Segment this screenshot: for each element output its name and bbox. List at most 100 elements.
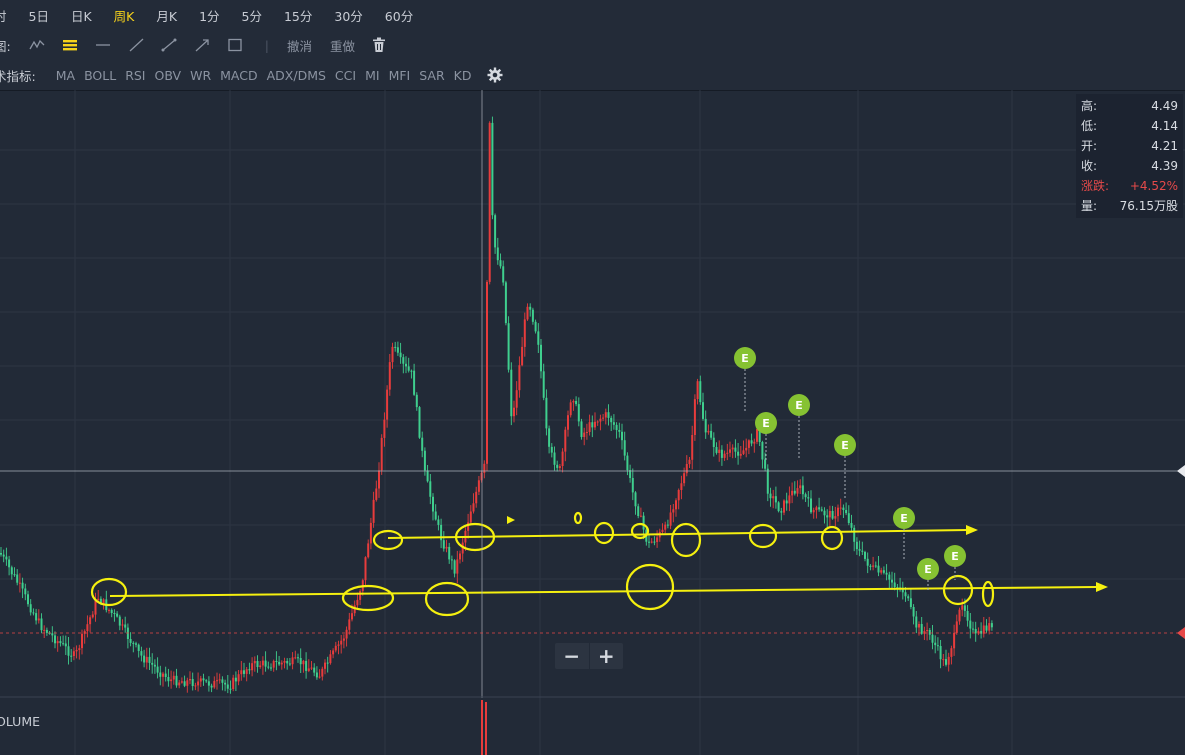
- candle-body: [907, 596, 910, 599]
- candle-body: [305, 660, 308, 671]
- candle-body: [715, 447, 718, 453]
- candle-body: [67, 646, 70, 656]
- candle-body: [918, 624, 920, 628]
- highlight-ellipse: [942, 574, 974, 606]
- candle-body: [850, 523, 853, 528]
- candle-body: [666, 524, 669, 526]
- candle-body: [720, 449, 723, 458]
- parallel-lines-icon[interactable]: [60, 35, 80, 55]
- segment-line-icon[interactable]: [159, 35, 179, 55]
- candle-body: [780, 511, 783, 513]
- candle-body: [631, 478, 634, 493]
- zoom-out-button[interactable]: −: [555, 643, 590, 669]
- candle-body: [386, 389, 389, 420]
- candle-body: [723, 453, 726, 458]
- candle-body: [548, 428, 551, 447]
- candle-body: [774, 496, 777, 503]
- zoom-controls: − +: [555, 643, 623, 669]
- zoom-in-button[interactable]: +: [590, 643, 624, 669]
- candle-body: [394, 346, 397, 348]
- period-60min[interactable]: 60分: [385, 6, 413, 25]
- indicator-kd[interactable]: KD: [454, 68, 472, 83]
- candle-body: [294, 657, 297, 659]
- redo-button[interactable]: 重做: [330, 36, 355, 55]
- candle-body: [756, 429, 758, 442]
- candle-body: [326, 662, 329, 664]
- candle-body: [423, 450, 426, 471]
- indicator-rsi[interactable]: RSI: [125, 68, 145, 83]
- candle-body: [772, 496, 775, 499]
- candle-body: [45, 629, 48, 633]
- candle-body: [672, 509, 675, 513]
- candle-body: [2, 554, 5, 557]
- indicator-mfi[interactable]: MFI: [389, 68, 411, 83]
- candle-body: [21, 582, 24, 589]
- ray-line-icon[interactable]: [126, 35, 146, 55]
- indicator-boll[interactable]: BOLL: [84, 68, 116, 83]
- candle-body: [683, 473, 686, 484]
- horizontal-line-icon[interactable]: [93, 35, 113, 55]
- crosshair-price-marker: [1177, 465, 1185, 477]
- candle-body: [504, 282, 507, 324]
- period-15min[interactable]: 15分: [284, 6, 312, 25]
- candle-body: [40, 618, 43, 631]
- rectangle-icon[interactable]: [225, 35, 245, 55]
- period-30min[interactable]: 30分: [334, 6, 362, 25]
- polyline-icon[interactable]: [27, 35, 47, 55]
- period-1min[interactable]: 1分: [199, 6, 219, 25]
- candle-body: [610, 417, 613, 423]
- candle-body: [180, 681, 183, 683]
- candle-body: [575, 401, 578, 405]
- candle-body: [189, 679, 191, 681]
- indicator-ma[interactable]: MA: [56, 68, 75, 83]
- trash-icon[interactable]: [369, 35, 389, 55]
- indicator-obv[interactable]: OBV: [155, 68, 182, 83]
- period-weekly[interactable]: 周K: [114, 6, 135, 25]
- candle-body: [637, 506, 640, 516]
- indicator-adx-dms[interactable]: ADX/DMS: [267, 68, 326, 83]
- candle-body: [75, 650, 78, 652]
- candle-body: [94, 600, 97, 615]
- candle-body: [958, 609, 961, 622]
- gear-icon[interactable]: [485, 65, 505, 85]
- candle-body: [615, 424, 618, 430]
- period-5min[interactable]: 5分: [242, 6, 262, 25]
- info-change: 涨跌: +4.52%: [1081, 179, 1178, 193]
- candle-body: [618, 430, 621, 432]
- indicator-label: 术指标:: [0, 68, 36, 84]
- candle-body: [820, 509, 823, 511]
- candle-body: [699, 381, 702, 403]
- candle-body: [569, 402, 572, 416]
- candle-body: [32, 612, 35, 614]
- candle-body: [718, 449, 721, 453]
- candle-body: [502, 266, 505, 283]
- indicator-macd[interactable]: MACD: [220, 68, 257, 83]
- candle-body: [969, 620, 972, 629]
- candle-body: [963, 605, 966, 611]
- undo-button[interactable]: 撤消: [287, 36, 312, 55]
- period-intraday[interactable]: 时: [0, 6, 7, 25]
- candle-body: [275, 661, 278, 662]
- indicator-mi[interactable]: MI: [365, 68, 379, 83]
- candle-body: [410, 370, 413, 372]
- candle-body: [261, 660, 264, 666]
- arrow-line-icon[interactable]: [192, 35, 212, 55]
- candle-body: [688, 459, 691, 465]
- period-daily[interactable]: 日K: [71, 6, 92, 25]
- candle-body: [567, 415, 569, 430]
- candle-body: [148, 656, 151, 663]
- period-monthly[interactable]: 月K: [156, 6, 177, 25]
- candle-body: [842, 507, 845, 510]
- indicator-sar[interactable]: SAR: [419, 68, 444, 83]
- candle-body: [785, 500, 788, 504]
- candle-body: [110, 609, 113, 613]
- candle-body: [24, 588, 27, 595]
- period-5d[interactable]: 5日: [29, 6, 49, 25]
- candle-body: [537, 331, 540, 345]
- candle-body: [793, 490, 796, 494]
- indicator-wr[interactable]: WR: [190, 68, 211, 83]
- candle-body: [232, 677, 235, 689]
- indicator-cci[interactable]: CCI: [335, 68, 356, 83]
- candle-body: [210, 685, 213, 688]
- candle-body: [283, 661, 286, 663]
